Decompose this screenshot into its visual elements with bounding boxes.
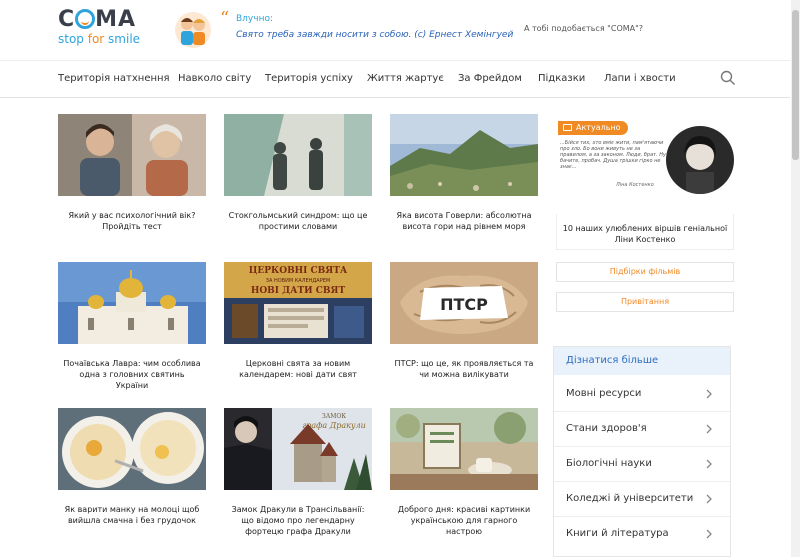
featured-quote-author: Ліна Костенко: [616, 182, 654, 188]
mascot-icon: [175, 12, 211, 48]
nav-item-life-jokes[interactable]: Життя жартує: [367, 73, 444, 84]
greetings-button[interactable]: Привітання: [556, 292, 734, 312]
like-prompt[interactable]: А тобі подобається "СОМА"?: [524, 24, 643, 33]
article-title[interactable]: ПТСР: що це, як проявляється та чи можна…: [394, 358, 534, 380]
sidebar-featured-link[interactable]: 10 наших улюблених віршів геніальної Лін…: [556, 214, 734, 250]
learn-more-title: Дізнатися більше: [554, 347, 730, 375]
featured-quote-block[interactable]: Актуально ...Бійся тих, хто вміє жити, п…: [556, 118, 734, 204]
chevron-right-icon: [706, 424, 712, 434]
article-title[interactable]: Як варити манку на молоці щоб вийшла сма…: [62, 504, 202, 526]
article-card-dracula[interactable]: ЗАМОК графа Дракули Замок Дракули в Тран…: [224, 408, 372, 548]
learn-more-label: Стани здоров'я: [566, 423, 647, 434]
site-header: C MA stop for smile “ Влучно: Свято треба…: [0, 0, 800, 60]
learn-more-label: Коледжі й університети: [566, 493, 694, 504]
learn-more-label: Мовні ресурси: [566, 388, 642, 399]
logo-letter-c: C: [58, 7, 76, 32]
chevron-right-icon: [706, 529, 712, 539]
calendar-icon: [563, 124, 572, 131]
article-card-pochaiv[interactable]: Почаївська Лавра: чим особлива одна з го…: [58, 262, 206, 392]
article-card-ptsd[interactable]: ПТСР ПТСР: що це, як проявляється та чи …: [390, 262, 538, 392]
nav-item-freud[interactable]: За Фрейдом: [458, 73, 522, 84]
featured-quote-text: ...Бійся тих, хто вміє жити, пам'ятаючи …: [560, 140, 666, 170]
logo-letters-ma: MA: [95, 7, 137, 32]
logo-title: C MA: [58, 8, 158, 32]
lavra-church-image: [58, 262, 206, 344]
silhouettes-image: [224, 114, 372, 196]
nav-item-success[interactable]: Територія успіху: [265, 73, 353, 84]
learn-more-label: Книги й література: [566, 528, 669, 539]
article-title[interactable]: Стокгольмський синдром: що це простими с…: [228, 210, 368, 232]
article-title[interactable]: Замок Дракули в Трансільванії: що відомо…: [228, 504, 368, 537]
church-title-line1: ЦЕРКОВНІ СВЯТА: [249, 266, 348, 276]
semolina-bowls-image: [58, 408, 206, 490]
search-icon[interactable]: [720, 70, 736, 86]
chevron-right-icon: [706, 494, 712, 504]
movie-picks-button[interactable]: Підбірки фільмів: [556, 262, 734, 282]
quote-text: Свято треба завжди носити з собою. (с) Е…: [236, 30, 514, 40]
site-logo[interactable]: C MA stop for smile: [58, 8, 158, 52]
scrollbar-thumb[interactable]: [792, 10, 799, 160]
article-title[interactable]: Доброго дня: красиві картинки українсько…: [394, 504, 534, 537]
ptsd-paper-image: ПТСР: [390, 262, 538, 344]
nav-item-inspiration[interactable]: Територія натхнення: [58, 73, 170, 84]
article-thumbnail[interactable]: ПТСР: [390, 262, 538, 344]
dracula-castle-image: ЗАМОК графа Дракули: [224, 408, 372, 490]
learn-more-label: Біологічні науки: [566, 458, 652, 469]
nav-item-tips[interactable]: Підказки: [538, 73, 585, 84]
article-thumbnail[interactable]: ЗАМОК графа Дракули: [224, 408, 372, 490]
tagline-part-3: smile: [104, 32, 141, 46]
learn-more-item-language[interactable]: Мовні ресурси: [554, 377, 730, 412]
chevron-right-icon: [706, 459, 712, 469]
logo-tagline: stop for smile: [58, 32, 158, 46]
church-title-line3: НОВІ ДАТИ СВЯТ: [251, 286, 346, 296]
tagline-part-1: stop: [58, 32, 88, 46]
article-card-good-day[interactable]: Доброго дня: красиві картинки українсько…: [390, 408, 538, 548]
learn-more-panel: Дізнатися більше Мовні ресурси Стани здо…: [553, 346, 731, 557]
article-card-hoverla[interactable]: Яка висота Говерли: абсолютна висота гор…: [390, 114, 538, 244]
main-navigation: Територія натхнення Навколо світу Терито…: [0, 60, 790, 98]
article-title[interactable]: Почаївська Лавра: чим особлива одна з го…: [62, 358, 202, 391]
article-thumbnail[interactable]: [58, 114, 206, 196]
nav-item-paws-tails[interactable]: Лапи і хвости: [604, 73, 676, 84]
learn-more-item-books[interactable]: Книги й література: [554, 517, 730, 552]
featured-badge: Актуально: [558, 121, 628, 135]
article-title[interactable]: Церковні свята за новим календарем: нові…: [228, 358, 368, 380]
church-title-line2: ЗА НОВИМ КАЛЕНДАРЕМ: [266, 278, 330, 284]
article-thumbnail[interactable]: [390, 114, 538, 196]
quote-label: Влучно:: [236, 14, 273, 24]
quote-mark-icon: “: [220, 8, 230, 29]
ptsd-label: ПТСР: [440, 295, 488, 314]
featured-badge-label: Актуально: [576, 123, 621, 132]
article-thumbnail[interactable]: [390, 408, 538, 490]
learn-more-item-health[interactable]: Стани здоров'я: [554, 412, 730, 447]
article-thumbnail[interactable]: [58, 408, 206, 490]
nav-item-around-world[interactable]: Навколо світу: [178, 73, 251, 84]
article-card-stockholm[interactable]: Стокгольмський синдром: що це простими с…: [224, 114, 372, 244]
article-thumbnail[interactable]: [224, 114, 372, 196]
dracula-caption-line1: ЗАМОК: [322, 413, 346, 420]
logo-smile-icon: [75, 9, 96, 29]
chevron-right-icon: [706, 389, 712, 399]
article-thumbnail[interactable]: ЦЕРКОВНІ СВЯТА ЗА НОВИМ КАЛЕНДАРЕМ НОВІ …: [224, 262, 372, 344]
learn-more-item-colleges[interactable]: Коледжі й університети: [554, 482, 730, 517]
article-card-semolina[interactable]: Як варити манку на молоці щоб вийшла сма…: [58, 408, 206, 548]
cozy-morning-image: [390, 408, 538, 490]
article-title[interactable]: Яка висота Говерли: абсолютна висота гор…: [394, 210, 534, 232]
article-thumbnail[interactable]: [58, 262, 206, 344]
tagline-part-2: for: [87, 32, 105, 46]
mountain-landscape-image: [390, 114, 538, 196]
article-card-psych-age[interactable]: Який у вас психологічний вік? Пройдіть т…: [58, 114, 206, 244]
church-calendar-image: ЦЕРКОВНІ СВЯТА ЗА НОВИМ КАЛЕНДАРЕМ НОВІ …: [224, 262, 372, 344]
author-portrait: [666, 126, 734, 194]
page-scrollbar[interactable]: [791, 0, 800, 557]
article-card-church-holidays[interactable]: ЦЕРКОВНІ СВЯТА ЗА НОВИМ КАЛЕНДАРЕМ НОВІ …: [224, 262, 372, 392]
young-and-old-people-image: [58, 114, 206, 196]
learn-more-item-biology[interactable]: Біологічні науки: [554, 447, 730, 482]
article-title[interactable]: Який у вас психологічний вік? Пройдіть т…: [62, 210, 202, 232]
